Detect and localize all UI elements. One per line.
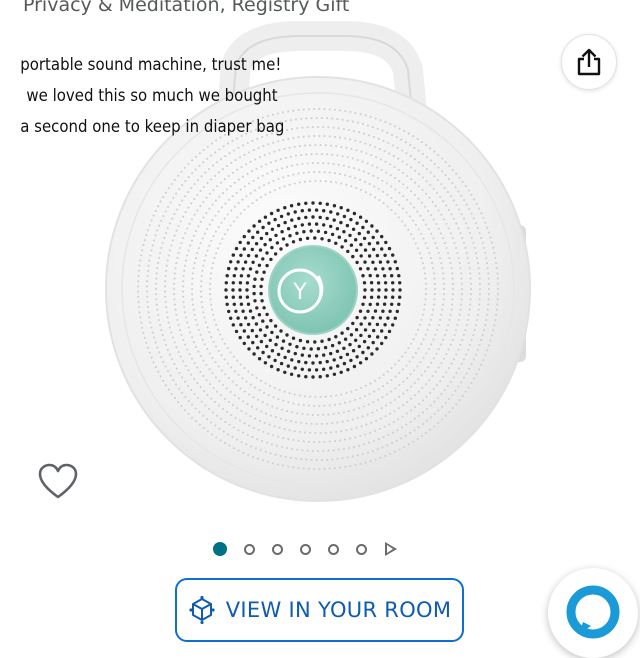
product-title: Privacy & Meditation, Registry Gift	[23, 0, 350, 16]
view-in-your-room-label: VIEW IN YOUR ROOM	[225, 598, 452, 622]
caption-line: we loved this so much we bought	[26, 86, 278, 106]
heart-outline-icon[interactable]	[38, 463, 78, 501]
caption-overlay: portable sound machine, trust me! we lov…	[0, 50, 285, 143]
alexa-icon	[566, 585, 620, 639]
view-in-your-room-button[interactable]: VIEW IN YOUR ROOM	[175, 578, 464, 642]
carousel-dot-active[interactable]	[213, 542, 227, 556]
carousel-indicator	[213, 540, 397, 558]
caption-line: portable sound machine, trust me!	[20, 55, 282, 75]
carousel-dot[interactable]	[328, 543, 339, 555]
share-icon	[577, 48, 601, 76]
device-logo: Y	[292, 280, 307, 305]
ar-cube-icon	[189, 596, 215, 624]
caption-line: a second one to keep in diaper bag	[20, 117, 285, 137]
carousel-dot[interactable]	[300, 543, 311, 555]
share-button[interactable]	[561, 34, 617, 90]
carousel-dot[interactable]	[272, 543, 283, 555]
alexa-button[interactable]	[548, 568, 638, 658]
carousel-dot[interactable]	[244, 543, 255, 555]
video-play-icon[interactable]	[385, 542, 397, 556]
carousel-dot[interactable]	[356, 543, 367, 555]
